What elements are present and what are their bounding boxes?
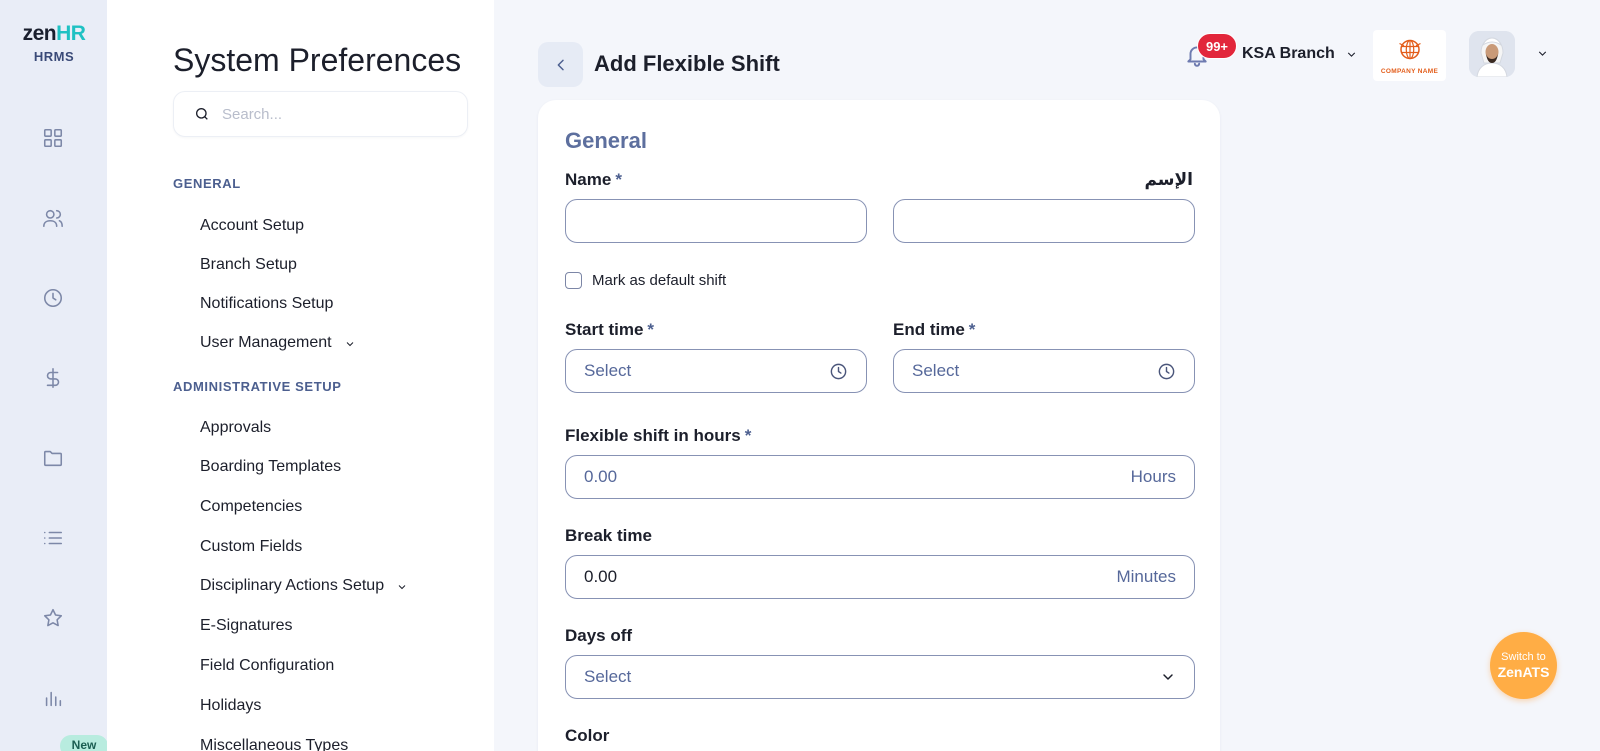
nav-item-boarding-templates[interactable]: Boarding Templates — [200, 458, 341, 476]
shift-form-card: General Name * الإسم Mark as default shif… — [538, 100, 1220, 751]
hours-suffix: Hours — [1130, 467, 1176, 486]
nav-item-label: Approvals — [200, 419, 272, 436]
nav-item-holidays[interactable]: Holidays — [200, 697, 261, 715]
avatar[interactable] — [1469, 31, 1515, 77]
branch-selector[interactable]: KSA Branch — [1242, 45, 1358, 63]
logo-brand: zenHR — [22, 22, 86, 45]
new-badge: New — [60, 735, 108, 751]
nav-item-account-setup[interactable]: Account Setup — [200, 217, 304, 235]
notification-count-badge: 99+ — [1197, 33, 1237, 59]
name-field[interactable] — [565, 199, 867, 243]
name-ar-label: الإسم — [1144, 170, 1193, 190]
section-label-administrative: ADMINISTRATIVE SETUP — [173, 379, 342, 394]
nav-item-label: Holidays — [200, 697, 262, 714]
clock-icon — [830, 363, 847, 379]
start-time-placeholder: Select — [584, 361, 632, 380]
clock-icon[interactable] — [41, 286, 65, 310]
minutes-suffix: Minutes — [1116, 567, 1176, 586]
chevron-down-icon — [1163, 674, 1173, 680]
dashboard-icon[interactable] — [41, 126, 65, 150]
branch-label: KSA Branch — [1242, 45, 1335, 62]
user-menu-toggle[interactable] — [1526, 47, 1549, 65]
star-icon[interactable] — [41, 606, 65, 630]
nav-item-label: Boarding Templates — [200, 458, 342, 475]
days-off-label: Days off — [565, 626, 633, 645]
break-time-label: Break time — [565, 526, 652, 545]
nav-item-user-management[interactable]: User Management — [200, 334, 356, 352]
nav-item-label: Custom Fields — [200, 538, 303, 555]
list-icon[interactable] — [41, 526, 65, 550]
start-time-label: Start time * — [565, 320, 655, 339]
clock-icon — [1158, 363, 1175, 379]
nav-item-disciplinary-actions[interactable]: Disciplinary Actions Setup — [200, 577, 408, 595]
end-time-placeholder: Select — [912, 361, 960, 380]
nav-item-label: User Management — [200, 334, 332, 351]
start-time-picker[interactable]: Select — [565, 349, 867, 393]
nav-item-label: Branch Setup — [200, 256, 297, 273]
nav-item-branch-setup[interactable]: Branch Setup — [200, 256, 297, 274]
chevron-down-icon — [1347, 51, 1355, 57]
form-section-title: General — [565, 128, 647, 153]
zenhr-logo[interactable]: zenHR HRMS — [14, 22, 94, 64]
nav-item-label: Disciplinary Actions Setup — [200, 577, 385, 594]
logo-subtitle: HRMS — [33, 49, 75, 64]
preferences-panel: System Preferences GENERAL Account Setup… — [107, 0, 494, 751]
chevron-down-icon — [344, 337, 356, 349]
nav-item-label: Competencies — [200, 498, 303, 515]
section-label-general: GENERAL — [173, 176, 241, 191]
chevron-down-icon — [396, 580, 408, 592]
company-logo: COMPANY NAME — [1373, 30, 1446, 81]
end-time-picker[interactable]: Select — [893, 349, 1195, 393]
nav-item-miscellaneous-types[interactable]: Miscellaneous Types — [200, 737, 348, 751]
nav-item-approvals[interactable]: Approvals — [200, 419, 271, 437]
nav-item-notifications-setup[interactable]: Notifications Setup — [200, 295, 333, 313]
chevron-left-icon — [557, 59, 564, 70]
nav-item-label: Field Configuration — [200, 657, 335, 674]
search-input[interactable] — [222, 105, 442, 123]
people-icon[interactable] — [41, 206, 65, 230]
name-label: Name * — [565, 170, 622, 189]
nav-item-label: Miscellaneous Types — [200, 737, 349, 751]
chart-icon[interactable] — [41, 686, 65, 710]
color-label: Color — [565, 726, 610, 745]
nav-item-label: Account Setup — [200, 217, 305, 234]
break-time-input[interactable]: 0.00 Minutes — [565, 555, 1195, 599]
dollar-icon[interactable] — [41, 366, 65, 390]
checkbox[interactable] — [565, 272, 582, 289]
name-ar-field[interactable] — [893, 199, 1195, 243]
nav-item-competencies[interactable]: Competencies — [200, 498, 302, 516]
page-title: Add Flexible Shift — [594, 51, 780, 76]
switch-line1: Switch to — [1501, 651, 1546, 663]
switch-line2: ZenATS — [1497, 664, 1550, 680]
default-shift-checkbox[interactable]: Mark as default shift — [565, 272, 726, 289]
search-icon — [196, 108, 208, 120]
nav-item-e-signatures[interactable]: E-Signatures — [200, 617, 293, 635]
nav-item-field-configuration[interactable]: Field Configuration — [200, 657, 334, 675]
days-off-select[interactable]: Select — [565, 655, 1195, 699]
break-time-value: 0.00 — [584, 567, 618, 586]
nav-item-custom-fields[interactable]: Custom Fields — [200, 538, 302, 556]
default-shift-label: Mark as default shift — [592, 272, 727, 289]
nav-item-label: E-Signatures — [200, 617, 293, 634]
flex-hours-placeholder: 0.00 — [584, 467, 618, 486]
days-off-placeholder: Select — [584, 667, 632, 686]
flex-hours-input[interactable]: 0.00 Hours — [565, 455, 1195, 499]
chevron-down-icon — [1538, 51, 1547, 56]
nav-item-label: Notifications Setup — [200, 295, 334, 312]
folder-icon[interactable] — [41, 446, 65, 470]
search-box[interactable] — [173, 91, 468, 137]
app-rail: zenHR HRMS New — [0, 0, 108, 751]
company-name-text: COMPANY NAME — [1380, 68, 1439, 75]
globe-icon — [1398, 39, 1421, 60]
end-time-label: End time * — [893, 320, 976, 339]
switch-to-zenats-button[interactable]: Switch to ZenATS — [1490, 632, 1557, 699]
page-heading: System Preferences — [173, 42, 462, 78]
flex-hours-label: Flexible shift in hours * — [565, 426, 752, 445]
back-button[interactable] — [538, 42, 583, 87]
